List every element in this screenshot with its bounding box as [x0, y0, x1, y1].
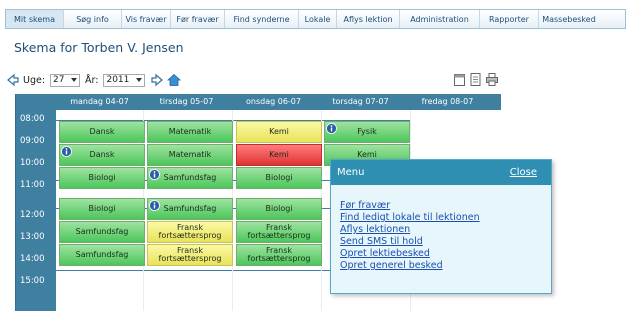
- nav-tab-0[interactable]: Mit skema: [6, 10, 64, 28]
- nav-tab-6[interactable]: Aflys lektion: [337, 10, 400, 28]
- menu-link-1[interactable]: Find ledigt lokale til lektionen: [340, 212, 551, 224]
- lesson-block[interactable]: Samfundsfag: [147, 167, 233, 189]
- menu-link-3[interactable]: Send SMS til hold: [340, 236, 551, 248]
- nav-tab-3[interactable]: Før fravær: [171, 10, 225, 28]
- lesson-label: Samfundsfag: [75, 227, 129, 236]
- year-select-value: 2011: [106, 75, 130, 85]
- lesson-label: Biologi: [265, 173, 293, 182]
- schedule-header: mandag 04-07 tirsdag 05-07 onsdag 06-07 tor…: [16, 94, 501, 110]
- menu-close-link[interactable]: Close: [510, 167, 537, 178]
- menu-popup-title: Menu: [337, 167, 365, 178]
- lesson-label: Matematik: [168, 127, 212, 136]
- lesson-label: Dansk: [89, 127, 115, 136]
- toolbar-icons: [454, 73, 498, 86]
- year-label: År:: [85, 74, 99, 86]
- page-title: Skema for Torben V. Jensen: [14, 40, 184, 55]
- time-label-1: 09:00: [20, 136, 45, 146]
- printer-icon[interactable]: [486, 73, 498, 86]
- day-header-1: tirsdag 05-07: [159, 97, 214, 106]
- nav-tab-9[interactable]: Massebesked: [539, 10, 599, 28]
- nav-tab-7[interactable]: Administration: [400, 10, 480, 28]
- lesson-block[interactable]: Fransk fortsættersprog: [236, 244, 322, 266]
- nav-tab-5[interactable]: Lokale: [299, 10, 337, 28]
- menu-link-5[interactable]: Opret generel besked: [340, 260, 551, 272]
- week-select[interactable]: 27: [50, 73, 81, 87]
- menu-popup-header: Menu Close: [331, 160, 551, 185]
- lesson-label: Dansk: [89, 150, 115, 159]
- lesson-block[interactable]: Matematik: [147, 144, 233, 166]
- lesson-block[interactable]: Fransk fortsættersprog: [147, 244, 233, 266]
- time-label-7: 15:00: [20, 276, 45, 286]
- time-column: 08:00 09:00 10:00 11:00 12:00 13:00 14:00 15:00: [16, 110, 56, 311]
- lesson-label: Fransk fortsættersprog: [158, 246, 222, 263]
- lesson-label: Biologi: [265, 204, 293, 213]
- day-header-2: onsdag 06-07: [246, 97, 301, 106]
- time-label-2: 10:00: [20, 158, 45, 168]
- day-header-3: torsdag 07-07: [332, 97, 389, 106]
- time-label-6: 14:00: [20, 254, 45, 264]
- menu-popup: Menu Close Før fravær Find ledigt lokale …: [330, 159, 552, 294]
- lesson-block[interactable]: Matematik: [147, 121, 233, 143]
- week-select-value: 27: [53, 75, 65, 85]
- lesson-label: Fysik: [357, 127, 377, 136]
- lesson-block[interactable]: Biologi: [236, 198, 322, 220]
- menu-link-0[interactable]: Før fravær: [340, 200, 551, 212]
- time-label-3: 11:00: [20, 180, 45, 190]
- lesson-block[interactable]: Fransk fortsættersprog: [147, 221, 233, 243]
- lesson-block[interactable]: Biologi: [59, 167, 145, 189]
- lesson-block[interactable]: Fransk fortsættersprog: [236, 221, 322, 243]
- lesson-label: Fransk fortsættersprog: [247, 246, 311, 263]
- lesson-label: Kemi: [269, 127, 289, 136]
- week-label: Uge:: [23, 74, 46, 86]
- lesson-label: Kemi: [269, 150, 289, 159]
- lesson-block[interactable]: Samfundsfag: [147, 198, 233, 220]
- chevron-down-icon: [71, 78, 78, 82]
- lesson-block[interactable]: Biologi: [236, 167, 322, 189]
- document-icon[interactable]: [470, 73, 481, 86]
- header-spacer: [16, 94, 56, 110]
- time-label-5: 13:00: [20, 232, 45, 242]
- nav-tab-4[interactable]: Find synderne: [225, 10, 299, 28]
- info-icon[interactable]: [326, 123, 337, 134]
- chevron-down-icon: [136, 78, 143, 82]
- menu-popup-body: Før fravær Find ledigt lokale til lektion…: [331, 185, 551, 272]
- nav-tab-8[interactable]: Rapporter: [480, 10, 539, 28]
- year-select[interactable]: 2011: [103, 73, 146, 87]
- lesson-block[interactable]: Samfundsfag: [59, 244, 145, 266]
- lesson-label: Samfundsfag: [75, 250, 129, 259]
- time-label-0: 08:00: [20, 114, 45, 124]
- next-week-arrow-icon[interactable]: [150, 73, 164, 87]
- info-icon[interactable]: [149, 169, 160, 180]
- lesson-label: Biologi: [88, 204, 116, 213]
- lesson-label: Kemi: [357, 150, 377, 159]
- menu-link-2[interactable]: Aflys lektionen: [340, 224, 551, 236]
- previous-week-arrow-icon[interactable]: [6, 73, 20, 87]
- time-label-4: 12:00: [20, 210, 45, 220]
- menu-link-4[interactable]: Opret lektiebesked: [340, 248, 551, 260]
- week-controls: Uge: 27 År: 2011: [6, 72, 182, 88]
- top-navigation: Mit skema Søg info Vis fravær Før fravær Fin…: [5, 9, 626, 29]
- nav-tab-1[interactable]: Søg info: [64, 10, 122, 28]
- info-icon[interactable]: [61, 146, 72, 157]
- day-header-4: fredag 08-07: [421, 97, 474, 106]
- lesson-block[interactable]: Dansk: [59, 121, 145, 143]
- lesson-block[interactable]: Kemi: [236, 121, 322, 143]
- nav-tab-2[interactable]: Vis fravær: [122, 10, 171, 28]
- day-header-0: mandag 04-07: [70, 97, 129, 106]
- info-icon[interactable]: [149, 200, 160, 211]
- lesson-label: Fransk fortsættersprog: [158, 223, 222, 240]
- home-icon[interactable]: [167, 73, 182, 87]
- lesson-block[interactable]: Fysik: [324, 121, 410, 143]
- lesson-block[interactable]: Dansk: [59, 144, 145, 166]
- calendar-icon[interactable]: [454, 73, 465, 86]
- lesson-block[interactable]: Samfundsfag: [59, 221, 145, 243]
- lesson-block[interactable]: Biologi: [59, 198, 145, 220]
- lesson-label: Biologi: [88, 173, 116, 182]
- lesson-label: Matematik: [168, 150, 212, 159]
- lesson-label: Samfundsfag: [163, 204, 217, 213]
- lesson-label: Fransk fortsættersprog: [247, 223, 311, 240]
- lesson-label: Samfundsfag: [163, 173, 217, 182]
- lesson-block[interactable]: Kemi: [236, 144, 322, 166]
